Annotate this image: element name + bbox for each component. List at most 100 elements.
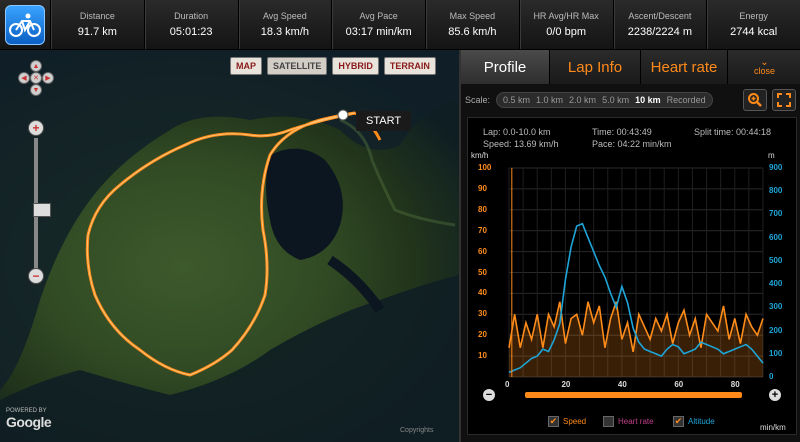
stat-value: 85.6 km/h <box>448 26 497 38</box>
pan-control: ▲ ◀ ▶ ▼ ✕ <box>16 58 56 114</box>
start-marker[interactable] <box>337 109 349 121</box>
activity-type[interactable] <box>0 0 50 50</box>
left-tick-label: 10 <box>478 351 487 361</box>
left-tick-label: 20 <box>478 330 487 340</box>
stat-label: Avg Pace <box>359 11 398 21</box>
stat-label: Distance <box>79 11 115 21</box>
stat-2: Avg Speed 18.3 km/h <box>237 0 332 49</box>
right-tick-label: 400 <box>769 279 783 289</box>
scale-options: 0.5 km 1.0 km 2.0 km 5.0 km 10 km Recorded <box>496 92 713 108</box>
x-tick-label: 0 <box>505 380 510 389</box>
stat-6: Ascent/Descent 2238/2224 m <box>612 0 707 49</box>
range-minus-button[interactable]: − <box>483 389 495 401</box>
stat-1: Duration 05:01:23 <box>143 0 238 49</box>
stat-label: Ascent/Descent <box>628 11 692 21</box>
scale-option[interactable]: 2.0 km <box>569 95 596 105</box>
chart-plot[interactable] <box>468 118 798 436</box>
scale-label: Scale: <box>465 95 491 105</box>
stat-label: Avg Speed <box>262 11 307 21</box>
map-attribution[interactable]: Copyrights <box>400 427 433 434</box>
altitude-checkbox[interactable]: ✔ <box>673 416 684 427</box>
right-tick-label: 600 <box>769 232 783 242</box>
range-plus-button[interactable]: + <box>769 389 781 401</box>
x-tick-label: 40 <box>617 380 627 389</box>
stat-value: 91.7 km <box>77 26 117 38</box>
zoom-slider-track[interactable] <box>33 138 51 268</box>
legend-speed[interactable]: ✔ Speed <box>548 416 586 427</box>
left-tick-label: 50 <box>478 267 487 277</box>
pan-left-icon[interactable]: ◀ <box>18 72 30 84</box>
map-type-terrain[interactable]: TERRAIN <box>383 57 436 75</box>
stat-4: Max Speed 85.6 km/h <box>425 0 519 49</box>
zoom-control: + − <box>28 120 51 285</box>
pan-down-icon[interactable]: ▼ <box>30 84 42 96</box>
route-map[interactable]: MAP SATELLITE HYBRID TERRAIN ▲ ◀ ▶ ▼ ✕ +… <box>0 50 459 442</box>
zoom-out-button[interactable]: − <box>28 268 44 284</box>
bicycle-icon <box>5 5 45 45</box>
stat-label: Max Speed <box>449 11 496 21</box>
close-button[interactable]: ⌄ close <box>728 50 800 84</box>
map-type-satellite[interactable]: SATELLITE <box>267 57 328 75</box>
stat-0: Distance 91.7 km <box>50 0 144 49</box>
stat-label: Duration <box>174 11 209 21</box>
left-tick-label: 80 <box>478 204 487 214</box>
legend-heart-rate[interactable]: Heart rate <box>603 416 654 427</box>
profile-chart[interactable]: Lap: 0.0-10.0 km Speed: 13.69 km/h Time:… <box>467 117 797 435</box>
stat-value: 0/0 bpm <box>546 26 586 38</box>
speed-checkbox[interactable]: ✔ <box>548 416 559 427</box>
stat-value: 03:17 min/km <box>345 26 412 38</box>
scale-option[interactable]: 5.0 km <box>602 95 629 105</box>
right-tick-label: 500 <box>769 255 783 265</box>
left-tick-label: 100 <box>478 163 492 172</box>
stat-5: HR Avg/HR Max 0/0 bpm <box>518 0 613 49</box>
google-logo: POWERED BY Google <box>6 408 52 430</box>
right-tick-label: 700 <box>769 209 783 219</box>
stat-7: Energy 2744 kcal <box>706 0 800 49</box>
zoom-slider-thumb[interactable] <box>33 203 51 217</box>
map-type-map[interactable]: MAP <box>230 57 262 75</box>
x-tick-label: 60 <box>674 380 684 389</box>
pan-right-icon[interactable]: ▶ <box>42 72 54 84</box>
range-slider-track <box>525 392 742 398</box>
tab-lap-info[interactable]: Lap Info <box>550 50 641 84</box>
scale-option[interactable]: Recorded <box>667 95 706 105</box>
right-tick-label: 200 <box>769 325 783 335</box>
heart-rate-checkbox[interactable] <box>603 416 614 427</box>
x-tick-label: 20 <box>561 380 571 389</box>
pan-reset-icon[interactable]: ✕ <box>30 72 42 84</box>
app-root: Distance 91.7 km Duration 05:01:23 Avg Speed… <box>0 0 800 442</box>
scale-option[interactable]: 0.5 km <box>503 95 530 105</box>
left-tick-label: 30 <box>478 309 487 319</box>
stat-value: 18.3 km/h <box>260 26 310 38</box>
stat-value: 2238/2224 m <box>627 26 692 38</box>
zoom-in-button[interactable]: + <box>28 120 44 136</box>
fullscreen-icon[interactable] <box>772 89 796 111</box>
right-tick-label: 800 <box>769 186 783 196</box>
stat-value: 05:01:23 <box>169 26 213 38</box>
left-tick-label: 60 <box>478 246 487 256</box>
stats-bar: Distance 91.7 km Duration 05:01:23 Avg Speed… <box>0 0 800 50</box>
tab-profile[interactable]: Profile <box>461 50 550 84</box>
left-tick-label: 90 <box>478 183 487 193</box>
start-label: START <box>356 111 412 131</box>
scale-option[interactable]: 1.0 km <box>536 95 563 105</box>
map-type-hybrid[interactable]: HYBRID <box>332 57 379 75</box>
scale-option[interactable]: 10 km <box>635 95 661 105</box>
stat-label: HR Avg/HR Max <box>533 11 599 21</box>
scale-selector: Scale: 0.5 km 1.0 km 2.0 km 5.0 km 10 km Reco… <box>465 88 735 112</box>
panel-tabs: Profile Lap Info Heart rate ⌄ close <box>461 50 800 84</box>
left-tick-label: 40 <box>478 288 487 298</box>
right-tick-label: 300 <box>769 302 783 312</box>
zoom-chart-icon[interactable] <box>743 89 767 111</box>
stat-label: Energy <box>739 11 768 21</box>
right-tick-label: 0 <box>769 372 774 381</box>
stat-value: 2744 kcal <box>730 26 778 38</box>
pan-up-icon[interactable]: ▲ <box>30 60 42 72</box>
x-tick-label: 80 <box>730 380 740 389</box>
profile-panel: Profile Lap Info Heart rate ⌄ close Scal… <box>459 50 800 442</box>
right-tick-label: 100 <box>769 348 783 358</box>
stat-3: Avg Pace 03:17 min/km <box>331 0 425 49</box>
tab-heart-rate[interactable]: Heart rate <box>641 50 728 84</box>
map-type-switch: MAP SATELLITE HYBRID TERRAIN <box>230 57 436 75</box>
legend-altitude[interactable]: ✔ Altitude <box>673 416 715 427</box>
